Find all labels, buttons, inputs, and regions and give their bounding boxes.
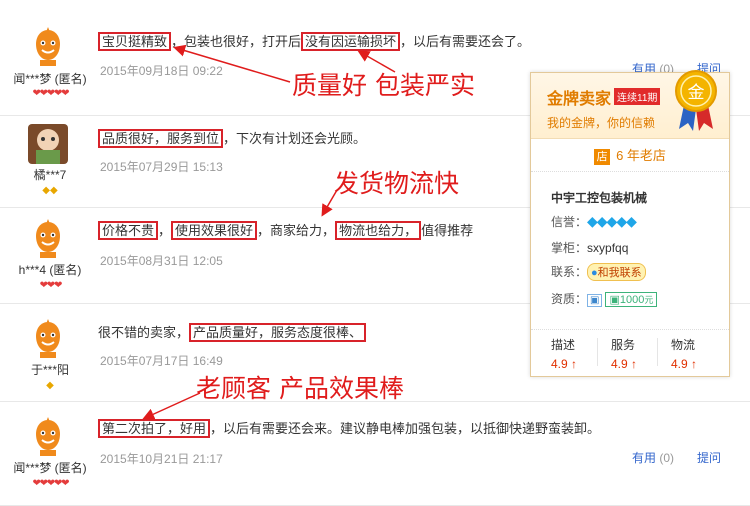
- qualification-row: 资质： ▣ ▣1000元: [551, 290, 658, 307]
- highlighted-phrase: 物流也给力，: [335, 221, 422, 240]
- credit-row: 信誉：◆◆◆◆◆: [551, 213, 637, 230]
- shop-name[interactable]: 中宇工控包装机械: [551, 189, 647, 206]
- heart-icon: ❤: [39, 280, 48, 291]
- user-avatar[interactable]: [28, 416, 68, 456]
- review-text-segment: ，以后有需要还会了。: [400, 34, 531, 49]
- diamond-icon: ◆: [50, 185, 58, 196]
- deposit-badge[interactable]: ▣1000元: [605, 292, 658, 307]
- id-card-icon[interactable]: ▣: [587, 294, 603, 307]
- review-text-segment: ，: [158, 223, 172, 238]
- heart-icon: ❤: [53, 280, 63, 291]
- up-arrow-icon: ↑: [691, 357, 698, 371]
- review-date: 2015年08月31日 12:05: [100, 254, 223, 268]
- score-logistics: 物流 4.9 ↑: [671, 338, 698, 371]
- score-service: 服务 4.9 ↑: [611, 338, 638, 371]
- owner-name[interactable]: sxypfqq: [587, 241, 628, 255]
- heart-icon: ❤: [61, 478, 70, 489]
- heart-icon: ❤: [39, 478, 48, 489]
- review-date: 2015年07月29日 15:13: [100, 160, 223, 174]
- review-text-segment: 值得推荐: [421, 223, 474, 238]
- blue-gem-icon: ◆◆◆◆◆: [587, 213, 637, 229]
- highlighted-phrase: 宝贝挺精致: [98, 32, 172, 51]
- ask-question-link[interactable]: 提问: [697, 449, 721, 466]
- contact-button[interactable]: ●和我联系: [587, 263, 646, 281]
- review-date: 2015年07月17日 16:49: [100, 354, 223, 368]
- up-arrow-icon: ↑: [631, 357, 638, 371]
- buyer-level-diamonds: ◆◆: [4, 186, 96, 196]
- annotation-quality-packaging: 质量好 包装严实: [292, 71, 475, 100]
- user-avatar[interactable]: [28, 218, 68, 258]
- shop-icon: 店: [594, 149, 611, 165]
- reviewer-name[interactable]: 闻***梦 (匿名): [4, 70, 96, 87]
- heart-icon: ❤: [39, 88, 48, 99]
- highlighted-phrase: 产品质量好，服务态度很棒、: [189, 323, 367, 342]
- review-text-segment: ，下次有计划还会光顾。: [223, 131, 367, 146]
- annotation-repeat-customer: 老顾客 产品效果棒: [196, 374, 404, 403]
- contact-row: 联系： ●和我联系: [551, 263, 646, 281]
- reviewer-name[interactable]: h***4 (匿名): [4, 261, 96, 278]
- heart-icon: ❤: [61, 88, 70, 99]
- review-text-segment: ，以后有需要还会来。建议静电棒加强包装，以抵御快递野蛮装卸。: [210, 421, 601, 436]
- highlighted-phrase: 品质很好，服务到位: [98, 129, 224, 148]
- buyer-level-hearts: ❤ ❤ ❤: [4, 281, 96, 291]
- diamond-icon: ◆: [42, 185, 50, 196]
- shop-age: 店 6 年老店: [531, 138, 729, 172]
- useful-button[interactable]: 有用 (0): [632, 449, 674, 466]
- review-text: 品质很好，服务到位 ，下次有计划还会光顾。: [98, 128, 367, 148]
- review-text: 第二次拍了，好用 ，以后有需要还会来。建议静电棒加强包装，以抵御快递野蛮装卸。: [98, 418, 601, 438]
- reviewer-name[interactable]: 橘***7: [4, 166, 96, 183]
- user-avatar[interactable]: [28, 124, 68, 164]
- contact-label: 联系：: [551, 265, 588, 279]
- diamond-icon: ◆: [46, 380, 54, 391]
- review-text-segment: 很不错的卖家，: [98, 325, 190, 340]
- credit-label: 信誉：: [551, 215, 588, 229]
- heart-icon: ❤: [46, 88, 55, 99]
- review-text: 价格不贵，使用效果很好 ，商家给力， 物流也给力， 值得推荐: [98, 220, 474, 240]
- user-avatar[interactable]: [28, 26, 68, 66]
- owner-label: 掌柜：: [551, 241, 588, 255]
- highlighted-phrase: 价格不贵: [98, 221, 159, 240]
- review-text: 很不错的卖家， 产品质量好，服务态度很棒、: [98, 322, 367, 342]
- qualification-label: 资质：: [551, 292, 588, 306]
- heart-icon: ❤: [32, 478, 40, 489]
- shop-card: 金牌卖家 连续11期 我的金牌，你的信赖 金 店6 年老店 中宇工控包装机械 信誉…: [530, 70, 730, 377]
- streak-badge: 连续11期: [614, 88, 661, 105]
- reviewer-name[interactable]: 闻***梦 (匿名): [4, 459, 96, 476]
- user-avatar[interactable]: [28, 318, 68, 358]
- review-text-segment: ，商家给力，: [257, 223, 336, 238]
- highlighted-phrase: 第二次拍了，好用: [98, 419, 211, 438]
- buyer-level-hearts: ❤ ❤ ❤ ❤ ❤: [4, 89, 96, 99]
- chat-icon: ●: [591, 267, 598, 279]
- review-text-segment: ，包装也很好，打开后: [171, 34, 302, 49]
- gold-seller-title: 金牌卖家: [547, 91, 612, 108]
- buyer-level-diamonds: ◆: [4, 381, 96, 391]
- dsr-scores: 描述 4.9 ↑ 服务 4.9 ↑ 物流 4.9 ↑: [531, 329, 729, 371]
- heart-icon: ❤: [46, 280, 55, 291]
- up-arrow-icon: ↑: [571, 357, 578, 371]
- gold-medal-icon: 金: [675, 70, 717, 131]
- annotation-fast-logistics: 发货物流快: [334, 169, 460, 198]
- shop-age-text: 6 年老店: [616, 148, 666, 163]
- reviewer-name[interactable]: 于***阳: [4, 361, 96, 378]
- svg-text:金: 金: [688, 83, 705, 103]
- buyer-level-hearts: ❤ ❤ ❤ ❤ ❤: [4, 479, 96, 489]
- review-text: 宝贝挺精致 ，包装也很好，打开后 没有因运输损坏 ，以后有需要还会了。: [98, 31, 531, 51]
- highlighted-phrase: 没有因运输损坏: [301, 32, 401, 51]
- shield-icon: ▣: [609, 294, 620, 306]
- review-date: 2015年10月21日 21:17: [100, 452, 223, 466]
- highlighted-phrase: 使用效果很好: [171, 221, 258, 240]
- heart-icon: ❤: [32, 88, 40, 99]
- review-date: 2015年09月18日 09:22: [100, 64, 223, 78]
- heart-icon: ❤: [46, 478, 55, 489]
- owner-row: 掌柜：sxypfqq: [551, 239, 628, 256]
- score-description: 描述 4.9 ↑: [551, 338, 578, 371]
